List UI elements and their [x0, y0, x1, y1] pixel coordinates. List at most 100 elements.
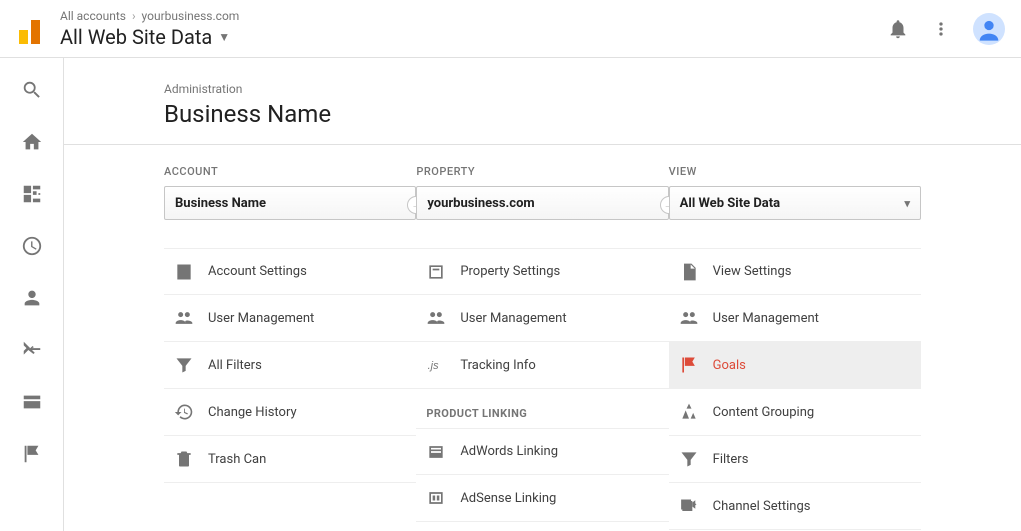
bell-icon[interactable] — [887, 18, 909, 40]
page-title: Business Name — [164, 100, 921, 128]
menu-item-label: Property Settings — [460, 264, 560, 279]
menu-item-label: User Management — [713, 311, 819, 326]
menu-item-label: Channel Settings — [713, 499, 811, 514]
menu-item-content-grouping[interactable]: Content Grouping — [669, 389, 921, 436]
menu-item-user-management[interactable]: User Management — [416, 295, 668, 342]
view-title-text: All Web Site Data — [60, 25, 212, 49]
users-icon — [174, 308, 194, 328]
history-icon — [174, 402, 194, 422]
menu-item-change-history[interactable]: Change History — [164, 389, 416, 436]
menu-item-label: AdSense Linking — [460, 491, 556, 506]
menu-item-view-settings[interactable]: View Settings — [669, 248, 921, 295]
channel-icon — [679, 496, 699, 516]
menu-item-label: Trash Can — [208, 452, 266, 467]
content-scroll[interactable]: Administration Business Name ACCOUNT Bus… — [64, 58, 1021, 531]
property-menu-list: Property Settings User Management Tracking… — [416, 248, 668, 389]
menu-item-adsense-linking[interactable]: AdSense Linking — [416, 475, 668, 522]
home-icon — [21, 131, 43, 153]
menu-item-label: User Management — [460, 311, 566, 326]
card-icon — [21, 391, 43, 413]
admin-columns: ACCOUNT Business Name → Account Settings… — [64, 145, 1021, 531]
menu-item-label: Goals — [713, 358, 746, 373]
view-col-label: VIEW — [669, 165, 921, 178]
page-icon — [679, 262, 699, 282]
menu-item-channel-settings[interactable]: Channel Settings — [669, 483, 921, 530]
menu-item-filters[interactable]: Filters — [669, 436, 921, 483]
admin-sheet: Administration Business Name ACCOUNT Bus… — [64, 58, 1021, 531]
view-column: VIEW All Web Site Data View Settings User… — [669, 165, 921, 530]
breadcrumb-area[interactable]: All accounts › yourbusiness.com All Web … — [60, 9, 887, 49]
property-column: PROPERTY yourbusiness.com → Property Set… — [416, 165, 668, 530]
top-bar: All accounts › yourbusiness.com All Web … — [0, 0, 1021, 58]
property-selector[interactable]: yourbusiness.com — [416, 186, 668, 220]
nav-acquisition[interactable] — [20, 338, 44, 362]
search-icon — [21, 79, 43, 101]
menu-item-tracking-info[interactable]: Tracking Info — [416, 342, 668, 389]
menu-item-goals[interactable]: Goals — [669, 342, 921, 389]
clock-icon — [21, 235, 43, 257]
adwords-icon — [426, 442, 446, 462]
property-col-label: PROPERTY — [416, 165, 668, 178]
menu-item-label: User Management — [208, 311, 314, 326]
grid-icon — [21, 183, 43, 205]
flag-icon — [21, 443, 43, 465]
product-linking-label: PRODUCT LINKING — [416, 389, 668, 428]
menu-item-label: AdWords Linking — [460, 444, 558, 459]
property-selector-text: yourbusiness.com — [427, 196, 534, 211]
menu-item-trash-can[interactable]: Trash Can — [164, 436, 416, 483]
nav-home[interactable] — [20, 130, 44, 154]
menu-item-user-management[interactable]: User Management — [669, 295, 921, 342]
users-icon — [679, 308, 699, 328]
caret-down-icon: ▼ — [218, 30, 230, 44]
view-menu-list: View Settings User Management Goals Content… — [669, 248, 921, 530]
menu-item-adwords-linking[interactable]: AdWords Linking — [416, 428, 668, 475]
nav-search[interactable] — [20, 78, 44, 102]
user-icon — [21, 287, 43, 309]
building-icon — [174, 262, 194, 282]
breadcrumb-root[interactable]: All accounts — [60, 9, 126, 23]
sheet-header: Administration Business Name — [64, 58, 1021, 145]
user-avatar[interactable] — [973, 13, 1005, 45]
chevron-right-icon: › — [132, 9, 136, 23]
account-selector-text: Business Name — [175, 196, 266, 211]
nav-realtime[interactable] — [20, 234, 44, 258]
view-selector[interactable]: All Web Site Data ▼ — [60, 25, 887, 49]
flag-icon — [679, 355, 699, 375]
js-icon — [426, 355, 446, 375]
account-menu-list: Account Settings User Management All Filte… — [164, 248, 416, 483]
account-selector[interactable]: Business Name — [164, 186, 416, 220]
view-selector-text: All Web Site Data — [680, 196, 780, 211]
menu-item-label: Account Settings — [208, 264, 307, 279]
property-linking-list: AdWords Linking AdSense Linking — [416, 428, 668, 522]
nav-audience[interactable] — [20, 286, 44, 310]
filter-icon — [679, 449, 699, 469]
nav-customization[interactable] — [20, 182, 44, 206]
content-icon — [679, 402, 699, 422]
menu-item-label: Change History — [208, 405, 297, 420]
nav-conversions[interactable] — [20, 442, 44, 466]
users-icon — [426, 308, 446, 328]
ga-logo-icon — [16, 12, 50, 46]
menu-item-property-settings[interactable]: Property Settings — [416, 248, 668, 295]
menu-item-label: Filters — [713, 452, 749, 467]
trash-icon — [174, 449, 194, 469]
menu-item-label: Content Grouping — [713, 405, 815, 420]
breadcrumb[interactable]: All accounts › yourbusiness.com — [60, 9, 887, 23]
more-vert-icon[interactable] — [931, 19, 951, 39]
arrow-path-icon — [21, 339, 43, 361]
nav-behavior[interactable] — [20, 390, 44, 414]
admin-label: Administration — [164, 82, 921, 96]
menu-item-label: Tracking Info — [460, 358, 535, 373]
top-actions — [887, 13, 1005, 45]
menu-item-user-management[interactable]: User Management — [164, 295, 416, 342]
menu-item-account-settings[interactable]: Account Settings — [164, 248, 416, 295]
menu-item-label: View Settings — [713, 264, 792, 279]
left-sidenav — [0, 58, 64, 531]
sheet-icon — [426, 262, 446, 282]
adsense-icon — [426, 488, 446, 508]
view-column-selector[interactable]: All Web Site Data — [669, 186, 921, 220]
account-column: ACCOUNT Business Name → Account Settings… — [164, 165, 416, 530]
menu-item-all-filters[interactable]: All Filters — [164, 342, 416, 389]
breadcrumb-property[interactable]: yourbusiness.com — [142, 9, 240, 23]
filter-icon — [174, 355, 194, 375]
